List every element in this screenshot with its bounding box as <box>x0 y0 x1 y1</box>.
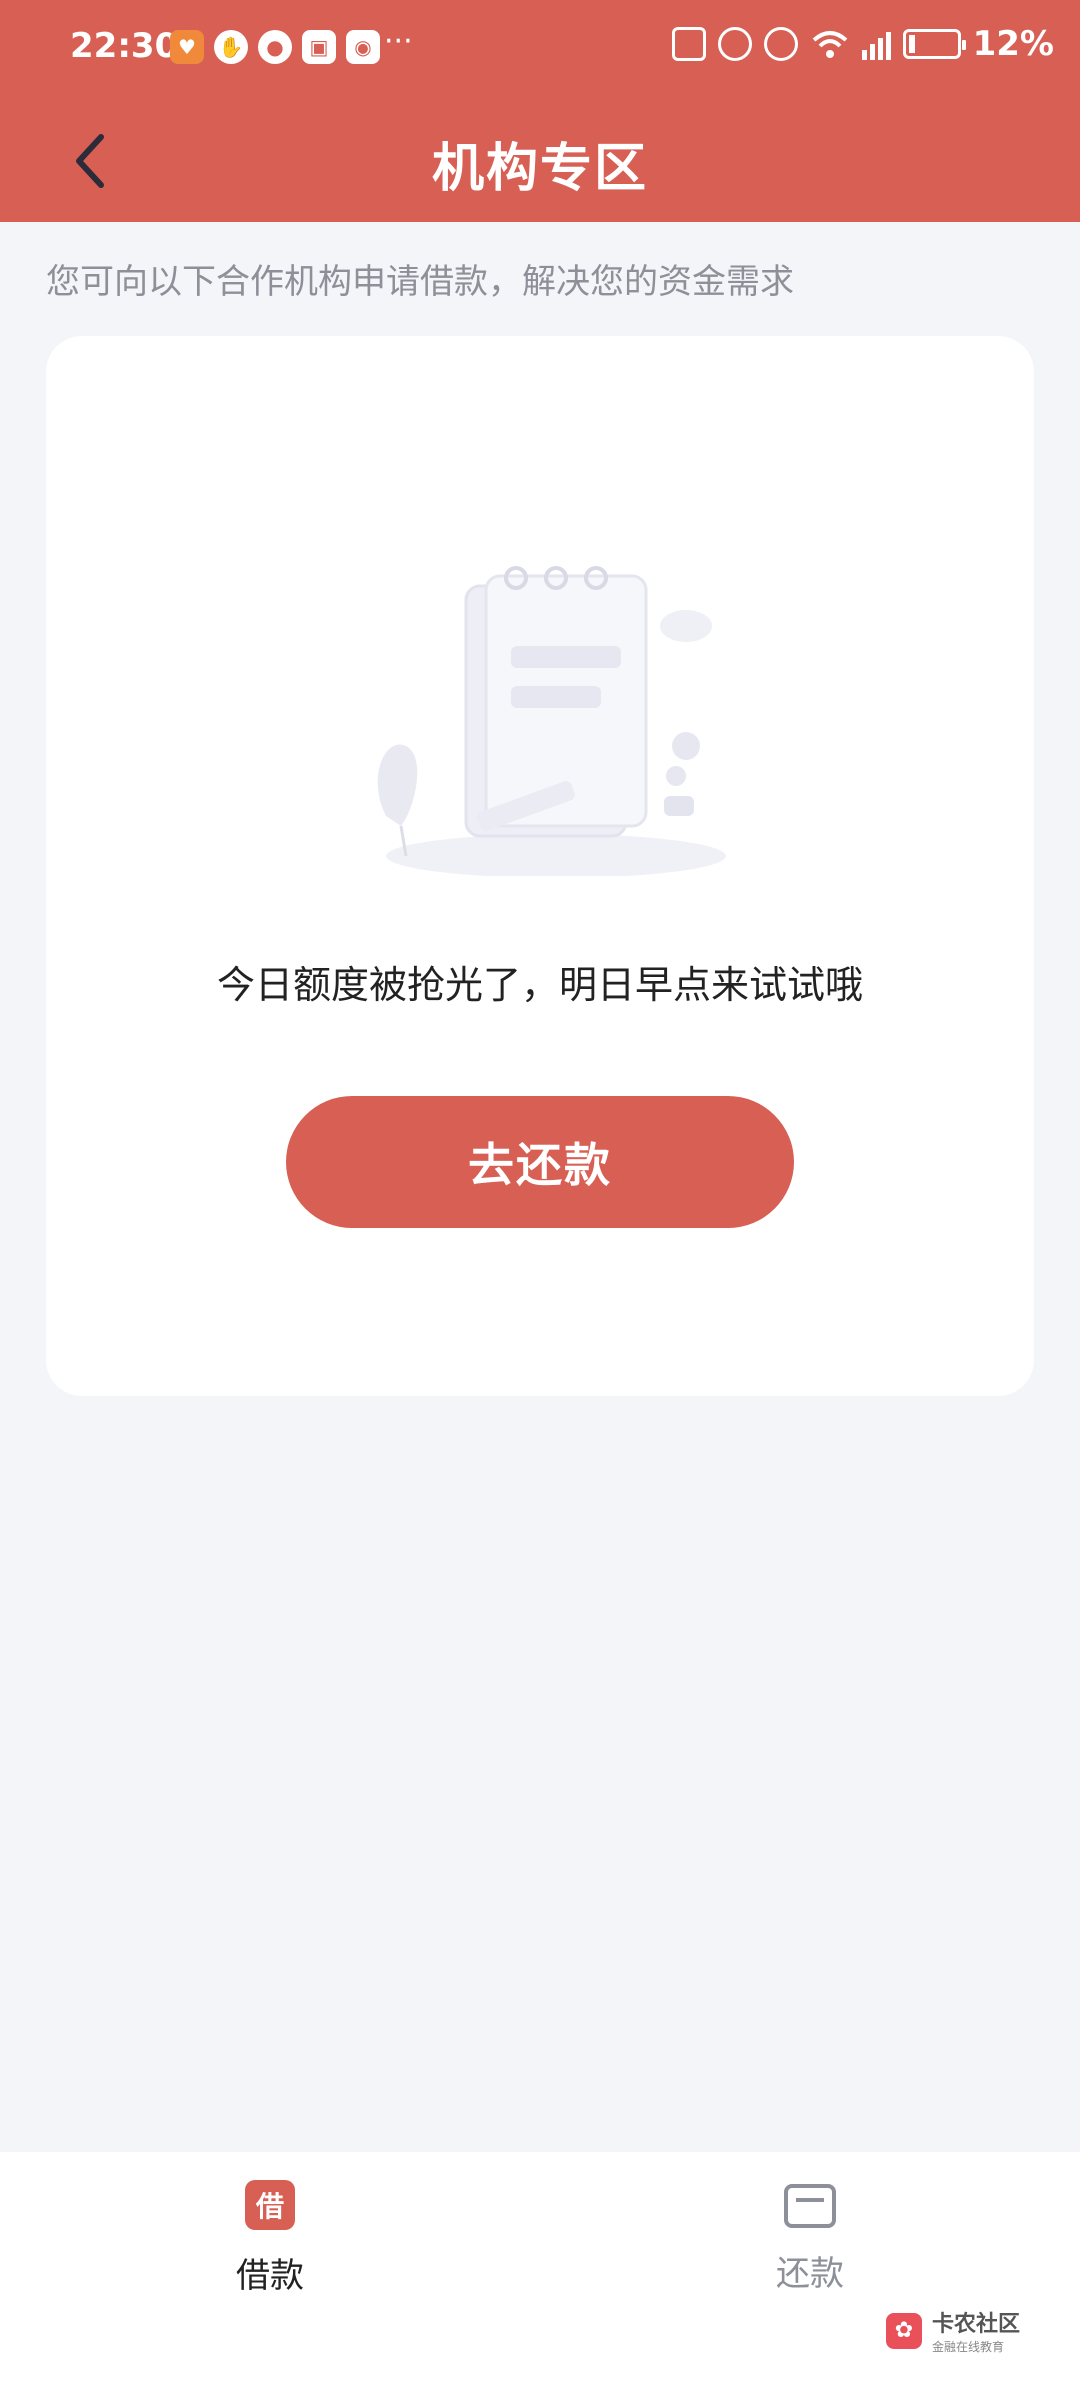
nav-label-borrow: 借款 <box>236 2256 304 2296</box>
nav-label-repay: 还款 <box>776 2254 844 2294</box>
bag-icon: ♥ <box>170 30 204 64</box>
wifi-icon <box>812 31 847 58</box>
nfc-icon <box>671 27 706 61</box>
notification-icons: ♥ ✋ ● ▣ ◉ <box>170 30 380 64</box>
empty-notebook-illustration <box>377 566 726 876</box>
nav-item-repay[interactable]: 还款 <box>710 2180 910 2300</box>
5g-signal-icon <box>861 28 891 60</box>
watermark-title: 卡农社区 <box>931 2312 1020 2337</box>
watermark-logo-icon: ✿ <box>885 2312 922 2349</box>
more-notifications-indicator: ··· <box>384 24 413 59</box>
hand-icon: ✋ <box>214 30 248 64</box>
battery-percent: 12% <box>972 24 1054 64</box>
institution-card: 今日额度被抢光了，明日早点来试试哦 去还款 <box>46 336 1034 1396</box>
battery-icon <box>902 29 966 59</box>
status-bar: 22:30 ♥ ✋ ● ▣ ◉ ··· 12% <box>0 0 1080 100</box>
go-repay-button[interactable]: 去还款 <box>286 1096 794 1228</box>
borrow-icon: 借 <box>245 2180 295 2230</box>
app-icon-2: ◉ <box>346 30 380 64</box>
chat-icon: ● <box>258 30 292 64</box>
status-time: 22:30 <box>70 26 179 66</box>
watermark-subtitle: 金融在线教育 <box>931 2340 1004 2354</box>
bottom-nav: 借 借款 还款 <box>0 2152 1080 2400</box>
watermark: ✿ 卡农社区 金融在线教育 <box>885 2306 1020 2355</box>
app-icon: ▣ <box>302 30 336 64</box>
mute-icon <box>763 27 798 61</box>
status-right: 12% <box>671 24 1054 64</box>
nav-item-borrow[interactable]: 借 借款 <box>170 2180 370 2300</box>
page-title: 机构专区 <box>431 139 648 199</box>
empty-message: 今日额度被抢光了，明日早点来试试哦 <box>216 963 863 1007</box>
header: 机构专区 <box>0 100 1080 222</box>
page-subtitle: 您可向以下合作机构申请借款，解决您的资金需求 <box>46 262 794 302</box>
repay-card-icon <box>784 2184 836 2228</box>
alarm-icon <box>717 27 752 61</box>
